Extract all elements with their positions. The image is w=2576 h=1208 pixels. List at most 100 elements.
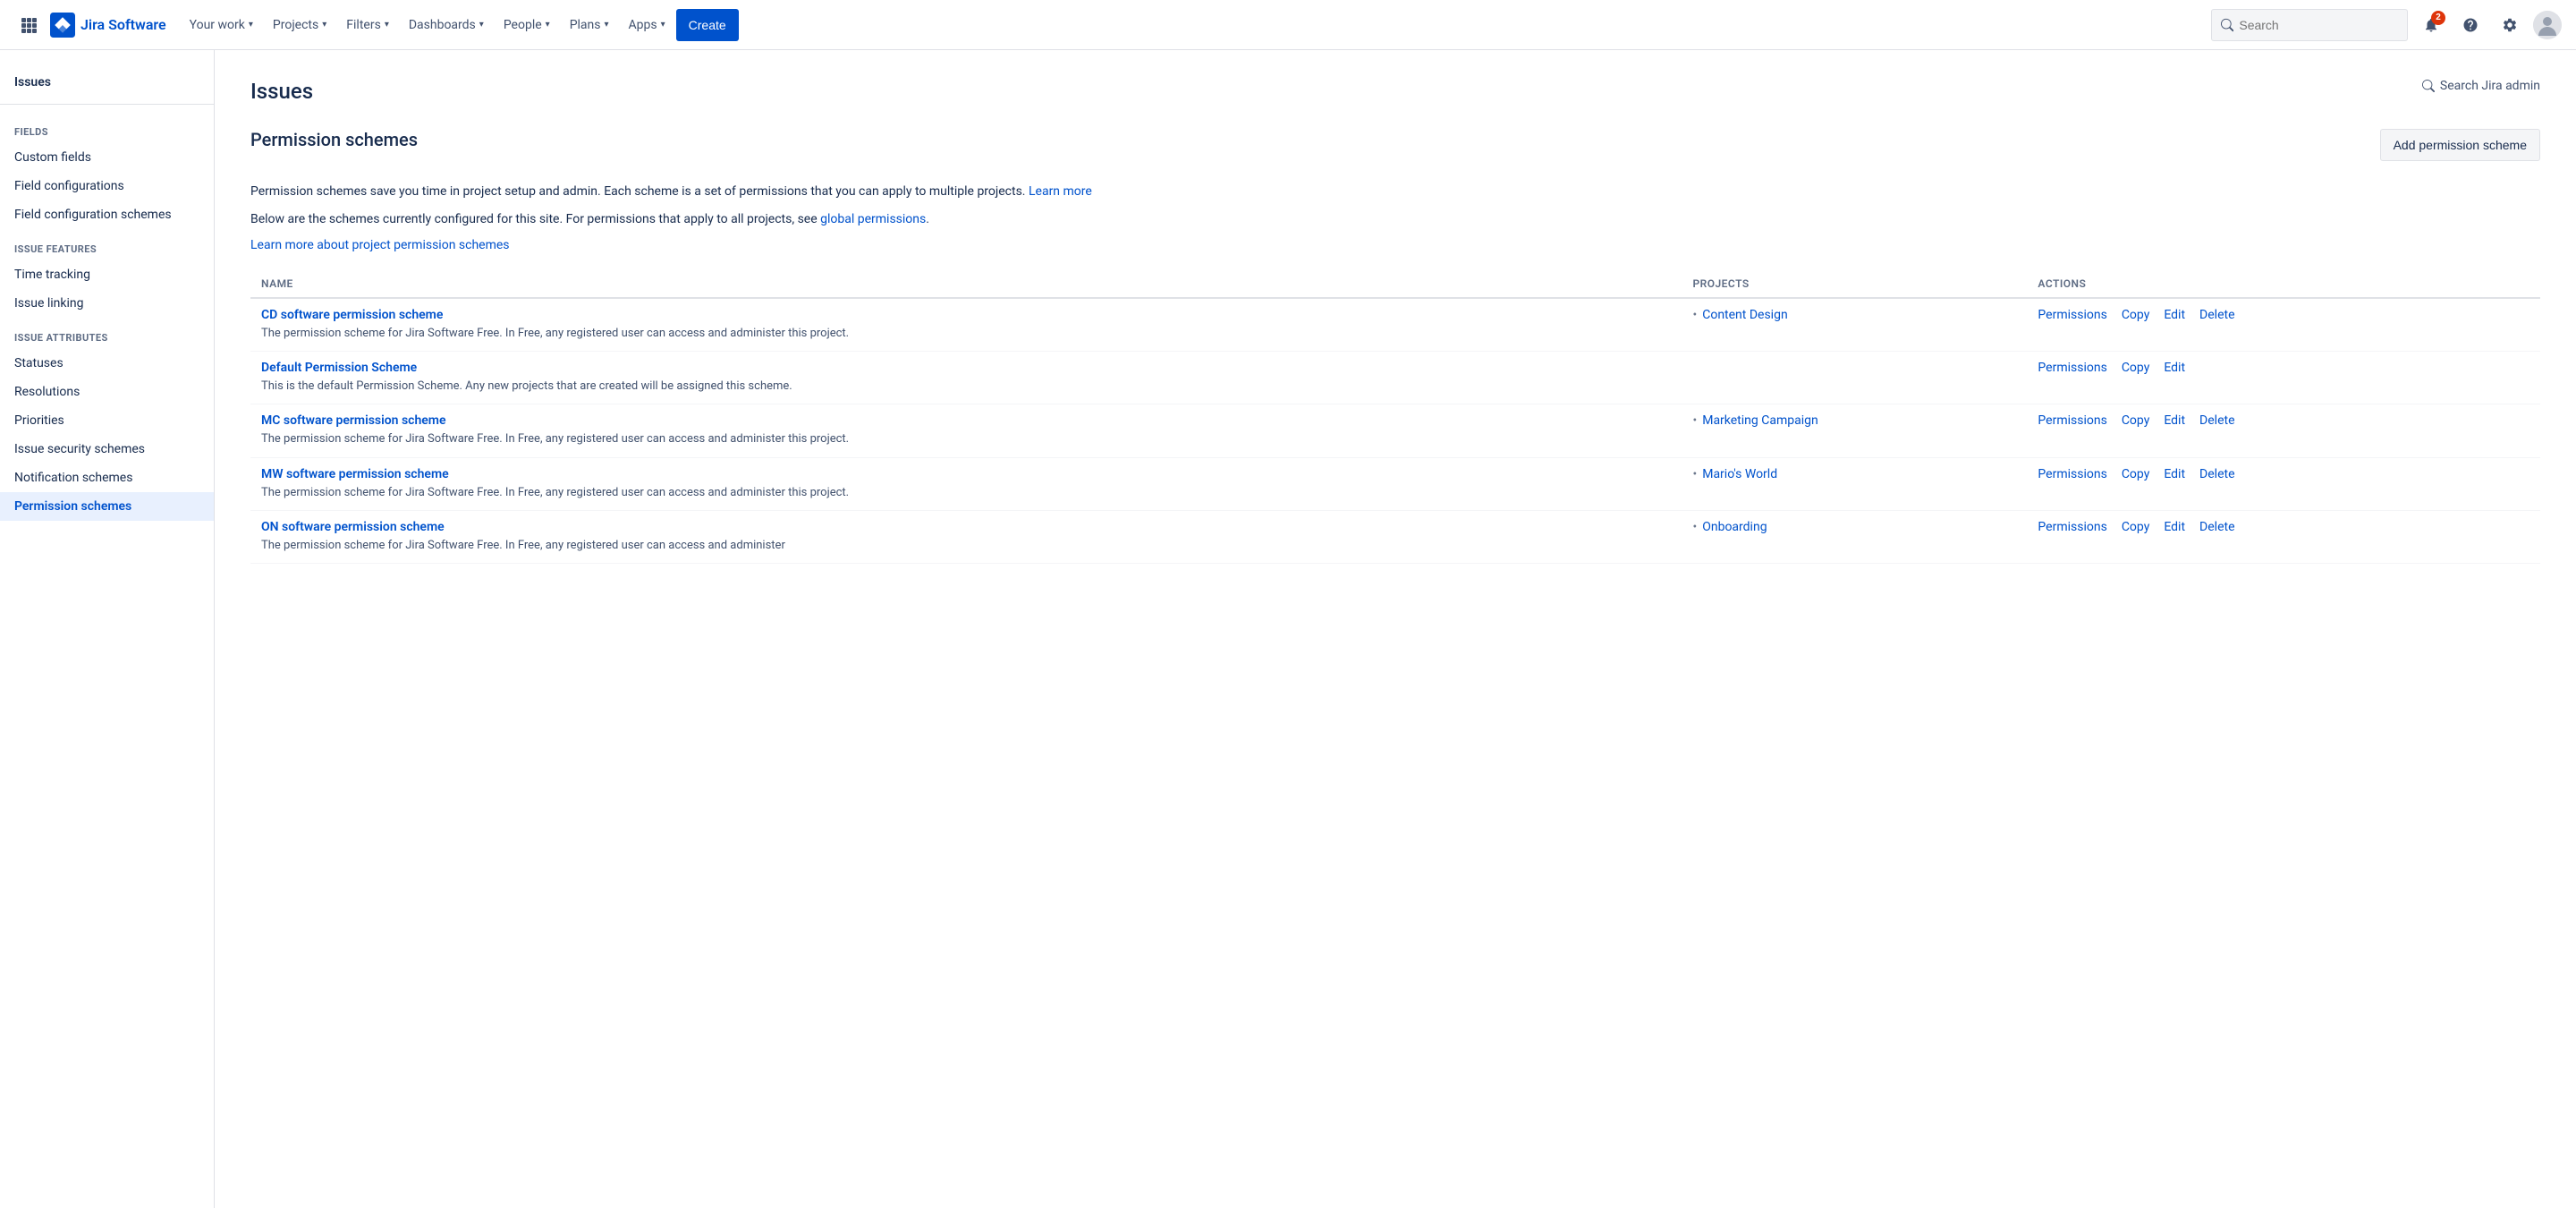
project-entry: • Mario's World bbox=[1692, 467, 2016, 481]
logo-text: Jira Software bbox=[80, 16, 166, 33]
layout: Issues FIELDS Custom fields Field config… bbox=[0, 50, 2576, 1208]
chevron-icon: ▾ bbox=[479, 20, 484, 30]
bullet-icon: • bbox=[1692, 467, 1697, 481]
logo[interactable]: Jira Software bbox=[50, 13, 166, 38]
topnav-right: 2 bbox=[2211, 9, 2562, 41]
sidebar-item-custom-fields[interactable]: Custom fields bbox=[0, 143, 214, 172]
action-permissions-link[interactable]: Permissions bbox=[2038, 467, 2106, 481]
scheme-name-link[interactable]: MW software permission scheme bbox=[261, 467, 449, 481]
description-1: Permission schemes save you time in proj… bbox=[250, 183, 2540, 201]
nav-dashboards[interactable]: Dashboards ▾ bbox=[400, 7, 493, 43]
project-link[interactable]: Marketing Campaign bbox=[1702, 413, 1818, 428]
nav-people[interactable]: People ▾ bbox=[495, 7, 559, 43]
action-copy-link[interactable]: Copy bbox=[2122, 520, 2150, 534]
table-row: MW software permission scheme The permiss… bbox=[250, 457, 2540, 510]
sidebar-item-statuses[interactable]: Statuses bbox=[0, 349, 214, 378]
scheme-actions-cell: Permissions Copy Edit Delete bbox=[2027, 510, 2540, 563]
action-permissions-link[interactable]: Permissions bbox=[2038, 361, 2106, 375]
action-copy-link[interactable]: Copy bbox=[2122, 413, 2150, 428]
nav-projects[interactable]: Projects ▾ bbox=[264, 7, 335, 43]
table-row: ON software permission schemeThe permiss… bbox=[250, 510, 2540, 563]
scheme-name-link[interactable]: MC software permission scheme bbox=[261, 413, 446, 428]
notifications-button[interactable]: 2 bbox=[2415, 9, 2447, 41]
table-row: CD software permission scheme The permiss… bbox=[250, 298, 2540, 352]
add-permission-scheme-button[interactable]: Add permission scheme bbox=[2380, 129, 2540, 161]
scheme-name-cell: Default Permission SchemeThis is the def… bbox=[250, 352, 1682, 404]
section-title: Permission schemes bbox=[250, 129, 418, 150]
sidebar-item-field-config-schemes[interactable]: Field configuration schemes bbox=[0, 200, 214, 229]
scheme-description: The permission scheme for Jira Software … bbox=[261, 485, 1671, 501]
sidebar-item-issue-security-schemes[interactable]: Issue security schemes bbox=[0, 435, 214, 464]
learn-more-link[interactable]: Learn more bbox=[1029, 184, 1092, 199]
sidebar-section-fields: FIELDS bbox=[0, 112, 214, 143]
avatar[interactable] bbox=[2533, 11, 2562, 39]
nav-your-work[interactable]: Your work ▾ bbox=[181, 7, 262, 43]
scheme-name-cell: MW software permission scheme The permiss… bbox=[250, 457, 1682, 510]
help-button[interactable] bbox=[2454, 9, 2487, 41]
scheme-name-cell: MC software permission scheme The permiss… bbox=[250, 404, 1682, 457]
page-header-row: Issues Search Jira admin bbox=[250, 79, 2540, 107]
nav-apps[interactable]: Apps ▾ bbox=[620, 7, 674, 43]
action-copy-link[interactable]: Copy bbox=[2122, 308, 2150, 322]
action-links: Permissions Copy Edit Delete bbox=[2038, 308, 2529, 322]
action-permissions-link[interactable]: Permissions bbox=[2038, 308, 2106, 322]
grid-icon[interactable] bbox=[14, 11, 43, 39]
action-copy-link[interactable]: Copy bbox=[2122, 467, 2150, 481]
project-link[interactable]: Content Design bbox=[1702, 308, 1787, 322]
top-nav-items: Your work ▾ Projects ▾ Filters ▾ Dashboa… bbox=[181, 7, 2204, 43]
nav-filters[interactable]: Filters ▾ bbox=[337, 7, 398, 43]
search-input[interactable] bbox=[2239, 18, 2398, 32]
nav-plans[interactable]: Plans ▾ bbox=[561, 7, 618, 43]
scheme-name-link[interactable]: Default Permission Scheme bbox=[261, 361, 417, 375]
project-link[interactable]: Mario's World bbox=[1702, 467, 1777, 481]
search-box[interactable] bbox=[2211, 9, 2408, 41]
scheme-description: The permission scheme for Jira Software … bbox=[261, 431, 1671, 447]
action-delete-link[interactable]: Delete bbox=[2199, 520, 2234, 534]
scheme-description: The permission scheme for Jira Software … bbox=[261, 326, 1671, 342]
settings-icon bbox=[2502, 17, 2518, 33]
global-permissions-link[interactable]: global permissions bbox=[820, 212, 926, 226]
create-button[interactable]: Create bbox=[676, 9, 739, 41]
search-jira-admin-link[interactable]: Search Jira admin bbox=[2422, 79, 2540, 93]
action-delete-link[interactable]: Delete bbox=[2199, 308, 2234, 322]
table-header: Name Projects Actions bbox=[250, 270, 2540, 298]
action-edit-link[interactable]: Edit bbox=[2164, 361, 2185, 375]
scheme-actions-cell: Permissions Copy Edit bbox=[2027, 352, 2540, 404]
sidebar-item-priorities[interactable]: Priorities bbox=[0, 406, 214, 435]
sidebar-item-resolutions[interactable]: Resolutions bbox=[0, 378, 214, 406]
scheme-projects-cell: • Mario's World bbox=[1682, 457, 2027, 510]
scheme-name-link[interactable]: CD software permission scheme bbox=[261, 308, 443, 322]
action-permissions-link[interactable]: Permissions bbox=[2038, 413, 2106, 428]
action-edit-link[interactable]: Edit bbox=[2164, 520, 2185, 534]
action-edit-link[interactable]: Edit bbox=[2164, 413, 2185, 428]
sidebar-main-title: Issues bbox=[0, 64, 214, 97]
notification-badge: 2 bbox=[2431, 11, 2445, 25]
table-row: MC software permission scheme The permiss… bbox=[250, 404, 2540, 457]
search-icon bbox=[2221, 18, 2233, 32]
learn-project-link[interactable]: Learn more about project permission sche… bbox=[250, 238, 510, 252]
action-delete-link[interactable]: Delete bbox=[2199, 413, 2234, 428]
action-links: Permissions Copy Edit Delete bbox=[2038, 467, 2529, 481]
project-entry: • Onboarding bbox=[1692, 520, 2016, 534]
bullet-icon: • bbox=[1692, 520, 1697, 534]
scheme-name-cell: CD software permission scheme The permiss… bbox=[250, 298, 1682, 352]
action-permissions-link[interactable]: Permissions bbox=[2038, 520, 2106, 534]
sidebar-divider bbox=[0, 104, 214, 105]
action-links: Permissions Copy Edit Delete bbox=[2038, 520, 2529, 534]
sidebar-item-issue-linking[interactable]: Issue linking bbox=[0, 289, 214, 318]
sidebar-item-notification-schemes[interactable]: Notification schemes bbox=[0, 464, 214, 492]
settings-button[interactable] bbox=[2494, 9, 2526, 41]
col-name: Name bbox=[250, 270, 1682, 298]
project-entry: •Content Design bbox=[1692, 308, 2016, 322]
sidebar-item-field-configurations[interactable]: Field configurations bbox=[0, 172, 214, 200]
sidebar-item-time-tracking[interactable]: Time tracking bbox=[0, 260, 214, 289]
action-edit-link[interactable]: Edit bbox=[2164, 467, 2185, 481]
scheme-name-link[interactable]: ON software permission scheme bbox=[261, 520, 445, 534]
sidebar-item-permission-schemes[interactable]: Permission schemes bbox=[0, 492, 214, 521]
project-link[interactable]: Onboarding bbox=[1702, 520, 1767, 534]
action-delete-link[interactable]: Delete bbox=[2199, 467, 2234, 481]
scheme-actions-cell: Permissions Copy Edit Delete bbox=[2027, 298, 2540, 352]
action-copy-link[interactable]: Copy bbox=[2122, 361, 2150, 375]
bullet-icon: • bbox=[1692, 413, 1697, 428]
action-edit-link[interactable]: Edit bbox=[2164, 308, 2185, 322]
